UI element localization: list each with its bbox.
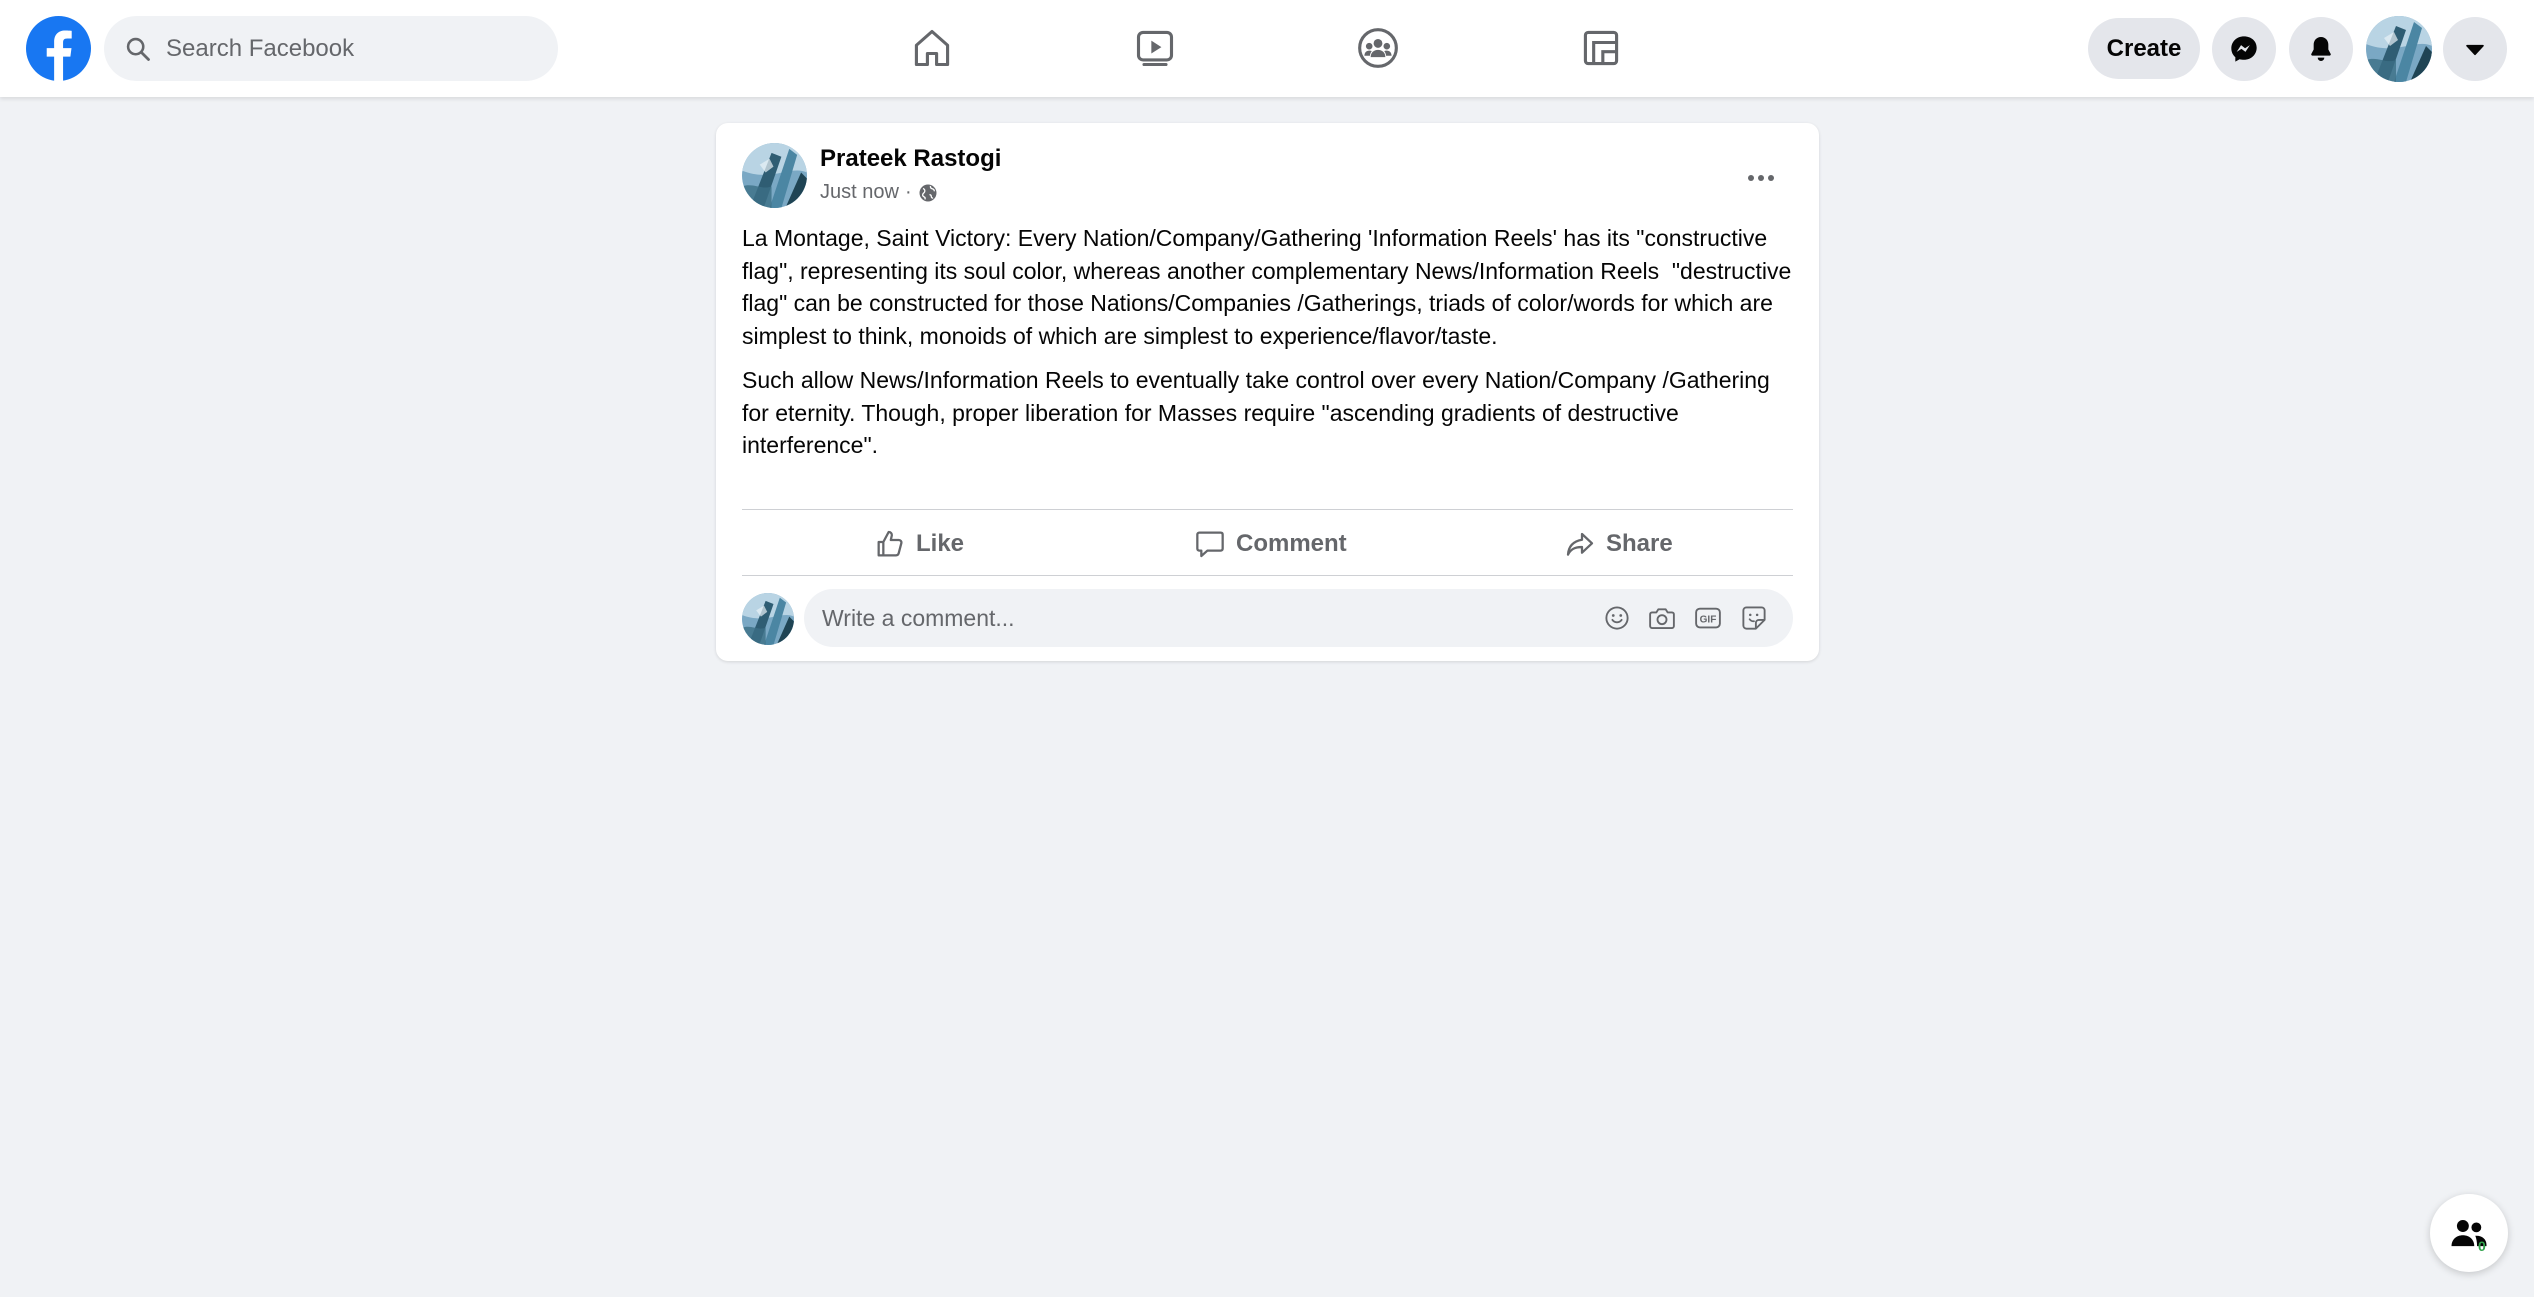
post-author-avatar[interactable] bbox=[742, 143, 807, 208]
notifications-icon bbox=[2311, 37, 2331, 61]
globe-icon[interactable] bbox=[918, 183, 938, 203]
messenger-button[interactable] bbox=[2212, 17, 2276, 81]
gif-icon[interactable]: GIF bbox=[1693, 603, 1723, 633]
share-button[interactable]: Share bbox=[1564, 519, 1673, 569]
account-menu-button[interactable] bbox=[2443, 17, 2507, 81]
post-options-button[interactable] bbox=[1736, 153, 1786, 203]
meta-separator: · bbox=[904, 181, 912, 203]
comment-button[interactable]: Comment bbox=[1194, 519, 1347, 569]
post-paragraph: Such allow News/Information Reels to eve… bbox=[742, 367, 1777, 458]
svg-text:GIF: GIF bbox=[1700, 615, 1717, 626]
like-button[interactable]: Like bbox=[874, 519, 964, 569]
home-icon[interactable] bbox=[902, 18, 962, 78]
contacts-button[interactable]: 0 bbox=[2430, 1194, 2508, 1272]
post-meta: Just now · bbox=[820, 181, 938, 204]
sticker-icon[interactable] bbox=[1739, 603, 1769, 633]
post-body: La Montage, Saint Victory: Every Nation/… bbox=[742, 222, 1802, 462]
comment-composer[interactable]: GIF bbox=[804, 589, 1793, 647]
facebook-logo-icon[interactable] bbox=[26, 16, 91, 81]
post-timestamp[interactable]: Just now bbox=[820, 181, 899, 204]
more-options-icon bbox=[1748, 175, 1774, 181]
camera-icon[interactable] bbox=[1647, 603, 1677, 633]
divider bbox=[742, 509, 1793, 510]
post-card: Prateek Rastogi Just now · La Montage, S… bbox=[716, 123, 1819, 661]
groups-icon[interactable] bbox=[1348, 18, 1408, 78]
caret-down-icon bbox=[2466, 44, 2484, 56]
search-input[interactable] bbox=[166, 34, 546, 63]
post-author-name[interactable]: Prateek Rastogi bbox=[820, 145, 1001, 173]
messenger-icon bbox=[2231, 36, 2257, 62]
comment-input[interactable] bbox=[822, 604, 1582, 632]
post-paragraph: La Montage, Saint Victory: Every Nation/… bbox=[742, 225, 1798, 349]
notifications-button[interactable] bbox=[2289, 17, 2353, 81]
comment-label: Comment bbox=[1236, 530, 1347, 557]
comment-icon bbox=[1196, 531, 1224, 558]
share-icon bbox=[1566, 532, 1594, 556]
watch-icon[interactable] bbox=[1125, 18, 1185, 78]
emoji-icon[interactable] bbox=[1602, 603, 1632, 633]
search-icon bbox=[126, 37, 150, 61]
thumbs-up-icon bbox=[877, 530, 903, 557]
online-contacts-count: 0 bbox=[2478, 1238, 2486, 1254]
search-bar[interactable] bbox=[104, 16, 558, 81]
account-avatar[interactable] bbox=[2366, 16, 2432, 82]
commenter-avatar[interactable] bbox=[742, 593, 794, 645]
like-label: Like bbox=[916, 530, 965, 557]
share-label: Share bbox=[1606, 530, 1673, 557]
top-navigation-bar: Create bbox=[0, 0, 2534, 97]
divider bbox=[742, 575, 1793, 576]
create-button[interactable]: Create bbox=[2088, 18, 2200, 79]
gaming-icon[interactable] bbox=[1571, 18, 1631, 78]
